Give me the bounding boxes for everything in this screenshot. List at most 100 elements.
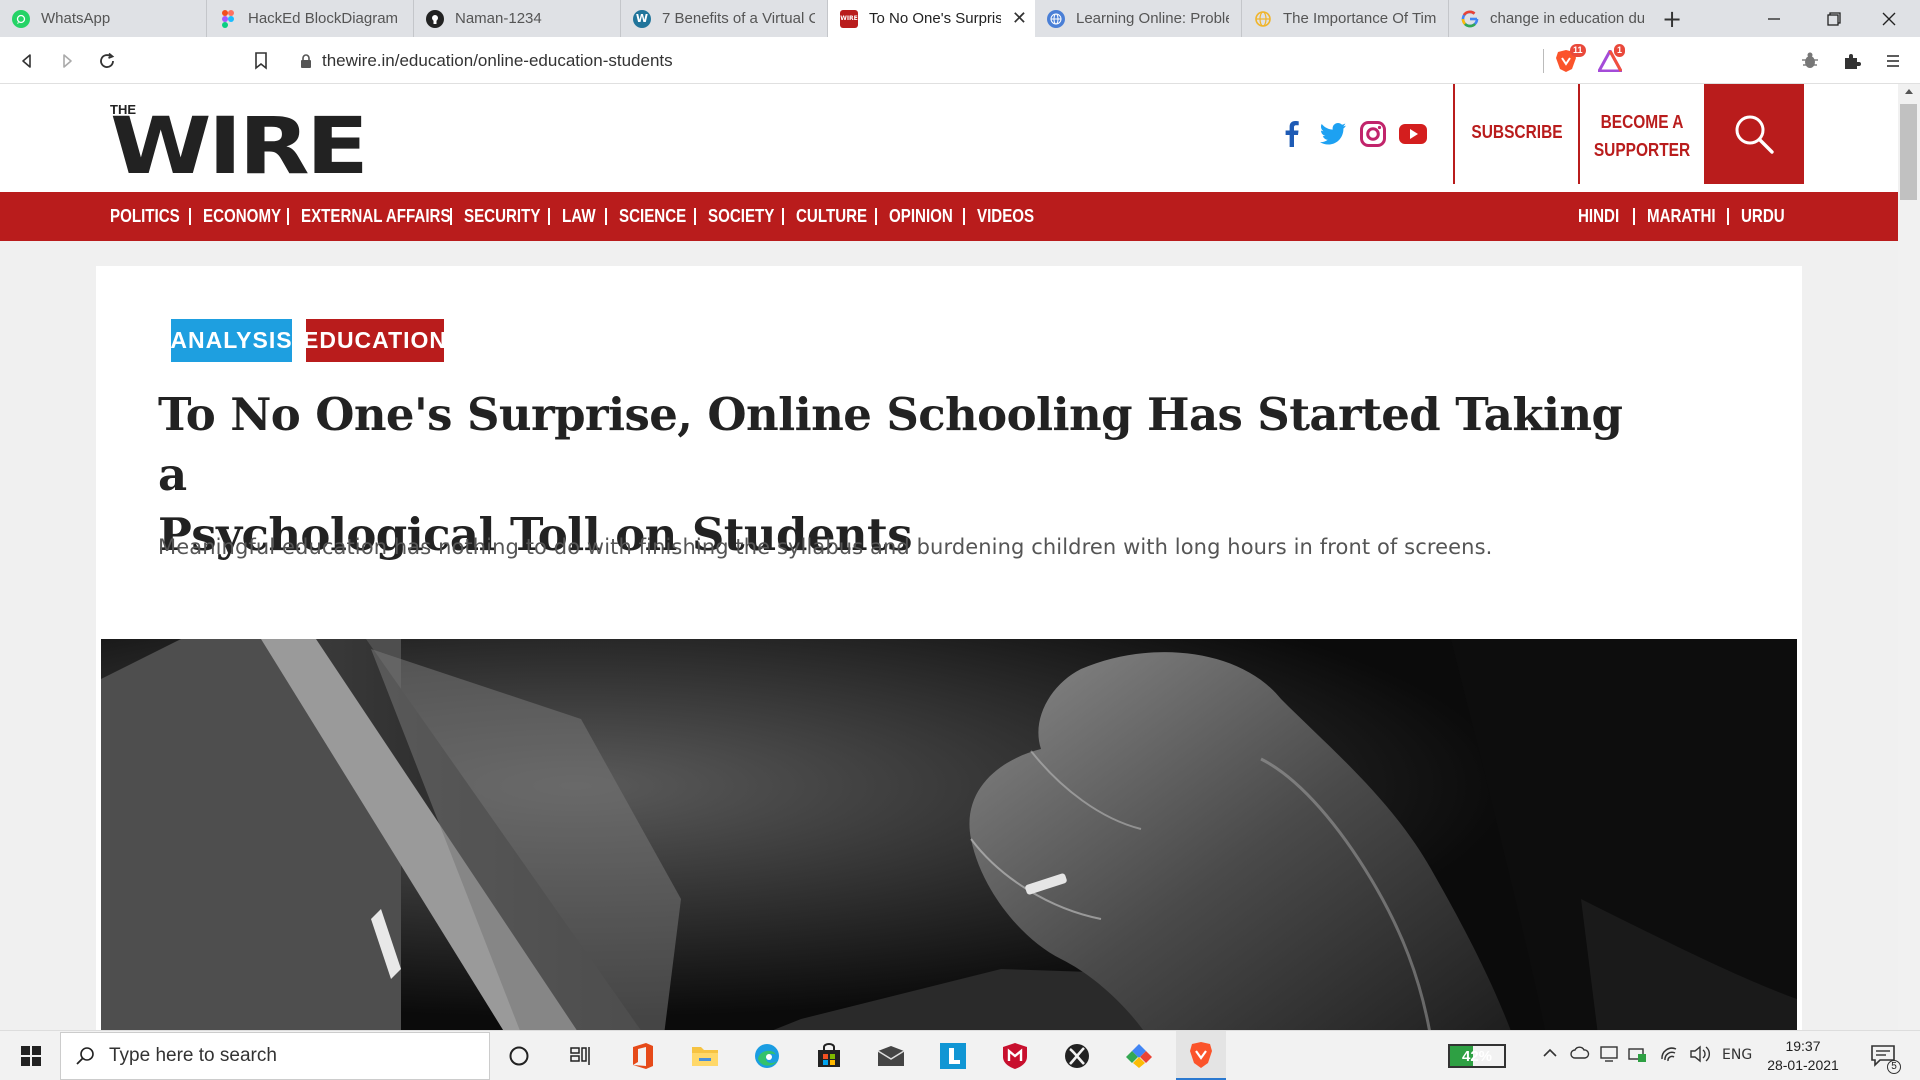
nav-item-marathi[interactable]: MARATHI — [1647, 206, 1716, 227]
cortana-circle-icon — [509, 1046, 529, 1066]
store-app[interactable] — [804, 1031, 854, 1080]
nav-item-politics[interactable]: POLITICS — [110, 206, 180, 227]
headline-line-1: To No One's Surprise, Online Schooling H… — [158, 388, 1623, 501]
file-explorer-app[interactable] — [680, 1031, 730, 1080]
windows-taskbar: Type here to search 42% ENG 19:37 28-01-… — [0, 1030, 1920, 1080]
rewards-count-badge: 1 — [1614, 44, 1626, 57]
facebook-icon[interactable] — [1277, 119, 1307, 149]
nav-divider — [1727, 208, 1729, 225]
action-center-button[interactable]: 5 — [1858, 1031, 1908, 1080]
site-search-button[interactable] — [1704, 84, 1804, 184]
volume-tray[interactable] — [1689, 1045, 1711, 1063]
close-icon — [1882, 12, 1896, 25]
tag-analysis[interactable]: ANALYSIS — [170, 319, 292, 362]
tab-google-search[interactable]: change in education due — [1449, 0, 1656, 37]
reload-icon — [100, 52, 115, 68]
nav-item-opinion[interactable]: OPINION — [889, 206, 953, 227]
scroll-up-icon[interactable] — [1898, 84, 1920, 100]
l-app[interactable] — [928, 1031, 978, 1080]
mcafee-app[interactable] — [990, 1031, 1040, 1080]
cortana-button[interactable] — [494, 1031, 544, 1080]
wifi-tray[interactable] — [1660, 1045, 1680, 1063]
tag-education[interactable]: EDUCATION — [303, 319, 446, 362]
nav-item-videos[interactable]: VIDEOS — [977, 206, 1034, 227]
youtube-icon[interactable] — [1398, 119, 1428, 149]
search-icon — [1735, 115, 1774, 154]
tab-importance-of-time[interactable]: The Importance Of Time — [1242, 0, 1449, 37]
the-wire-logo[interactable]: THE WIRE — [110, 102, 369, 186]
tab-whatsapp[interactable]: WhatsApp — [0, 0, 207, 37]
supporter-line-2: SUPPORTER — [1593, 140, 1691, 160]
system-clock[interactable]: 19:37 28-01-2021 — [1758, 1037, 1848, 1075]
taskbar-search-box[interactable]: Type here to search — [60, 1032, 490, 1080]
nav-item-security[interactable]: SECURITY — [464, 206, 540, 227]
nav-divider — [782, 208, 784, 225]
nav-divider — [287, 208, 289, 225]
tab-title: Naman-1234 — [455, 10, 542, 27]
chevron-up-icon — [1543, 1048, 1557, 1057]
shields-count-badge: 11 — [1570, 44, 1586, 57]
restore-button[interactable] — [1803, 0, 1865, 37]
become-supporter-link[interactable]: BECOME A SUPPORTER — [1590, 108, 1693, 164]
minimize-button[interactable] — [1743, 0, 1805, 37]
cloud-network-icon — [1570, 1046, 1590, 1059]
nav-item-economy[interactable]: ECONOMY — [203, 206, 281, 227]
pinned-app[interactable] — [1114, 1031, 1164, 1080]
speaker-icon — [1690, 1045, 1710, 1063]
globe-icon — [1047, 9, 1065, 28]
close-tab-icon[interactable]: ✕ — [1012, 8, 1027, 29]
logo-wire-text: WIRE — [110, 102, 369, 192]
subscribe-link[interactable]: SUBSCRIBE — [1466, 122, 1567, 143]
language-nav: HINDI MARATHI URDU — [1578, 192, 1785, 241]
tab-the-wire[interactable]: WIRE To No One's Surprise, ✕ — [828, 0, 1035, 37]
bookmark-button[interactable] — [248, 48, 274, 74]
browser-menu-button[interactable] — [1880, 48, 1906, 74]
extensions-button[interactable] — [1839, 48, 1865, 74]
nav-item-hindi[interactable]: HINDI — [1578, 206, 1619, 227]
bookmark-icon — [255, 52, 267, 70]
tab-wordpress[interactable]: W 7 Benefits of a Virtual Cl — [621, 0, 828, 37]
vpn-tray[interactable] — [1628, 1045, 1648, 1063]
show-hidden-icons-button[interactable] — [1542, 1045, 1558, 1061]
nav-divider — [189, 208, 191, 225]
tab-github[interactable]: Naman-1234 — [414, 0, 621, 37]
edge-app[interactable] — [742, 1031, 792, 1080]
input-language[interactable]: ENG — [1722, 1047, 1752, 1063]
sphere-icon — [1254, 10, 1272, 28]
address-bar[interactable]: thewire.in/education/online-education-st… — [300, 45, 1545, 77]
laptop-hands-photo — [101, 639, 1797, 1030]
nav-item-urdu[interactable]: URDU — [1741, 206, 1785, 227]
puzzle-icon — [1845, 54, 1861, 69]
onedrive-tray[interactable] — [1570, 1045, 1590, 1061]
twitter-icon[interactable] — [1318, 119, 1348, 149]
back-button[interactable] — [14, 48, 40, 74]
restore-icon — [1827, 11, 1841, 26]
task-view-button[interactable] — [556, 1031, 606, 1080]
extension-bug-button[interactable] — [1797, 48, 1823, 74]
tab-learning-online[interactable]: Learning Online: Probler — [1035, 0, 1242, 37]
scrollbar-thumb[interactable] — [1900, 104, 1917, 200]
page-scrollbar[interactable] — [1898, 84, 1920, 1030]
xbox-app[interactable] — [1052, 1031, 1102, 1080]
search-icon — [76, 1047, 94, 1065]
clock-date: 28-01-2021 — [1767, 1057, 1839, 1073]
close-window-button[interactable] — [1858, 0, 1920, 37]
start-button[interactable] — [6, 1031, 56, 1080]
nav-item-society[interactable]: SOCIETY — [708, 206, 774, 227]
browser-toolbar: thewire.in/education/online-education-st… — [0, 37, 1920, 84]
nav-item-law[interactable]: LAW — [562, 206, 596, 227]
nav-item-culture[interactable]: CULTURE — [796, 206, 867, 227]
brave-browser-app[interactable] — [1176, 1031, 1226, 1080]
tab-figma[interactable]: HackEd BlockDiagram – — [207, 0, 414, 37]
instagram-icon[interactable] — [1358, 119, 1388, 149]
whatsapp-icon — [12, 9, 30, 28]
forward-button[interactable] — [54, 48, 80, 74]
reload-button[interactable] — [94, 48, 120, 74]
battery-indicator[interactable]: 42% — [1448, 1044, 1506, 1068]
nav-item-science[interactable]: SCIENCE — [619, 206, 686, 227]
mail-app[interactable] — [866, 1031, 916, 1080]
security-tray[interactable] — [1600, 1045, 1620, 1063]
nav-item-external-affairs[interactable]: EXTERNAL AFFAIRS — [301, 206, 451, 227]
office-app[interactable] — [618, 1031, 668, 1080]
new-tab-button[interactable]: + — [1662, 5, 1682, 33]
